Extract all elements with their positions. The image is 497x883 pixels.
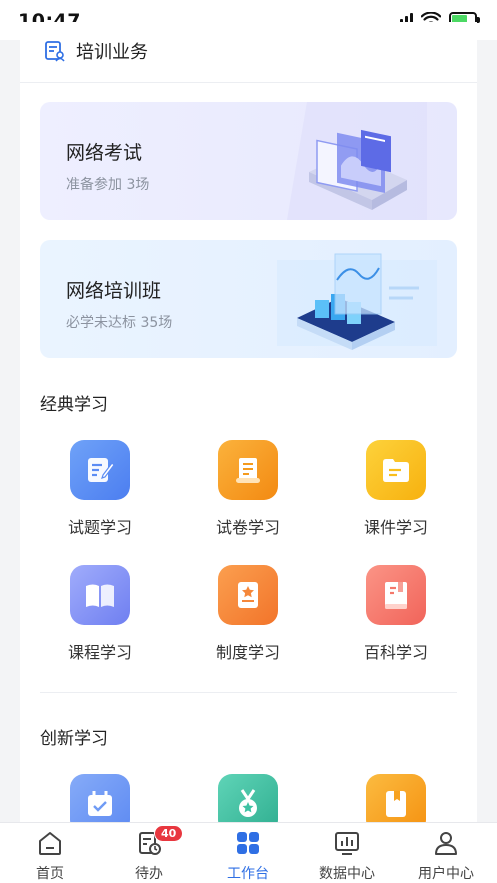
group-divider	[40, 692, 457, 693]
training-card: 培训业务 网络考试 准备参加 3场 网络培训班 必学未达标 35场 经典学习 试…	[20, 22, 477, 842]
workbench-grid-icon	[237, 832, 259, 854]
group-title-classic: 经典学习	[40, 395, 108, 415]
banner-online-exam[interactable]: 网络考试 准备参加 3场	[40, 102, 457, 220]
tab-todo[interactable]: 40 待办	[104, 825, 194, 883]
grid-item-question-study[interactable]: 试题学习	[40, 440, 160, 538]
encyclopedia-book-icon	[366, 565, 426, 625]
banner-title: 网络考试	[66, 142, 143, 164]
banner-title: 网络培训班	[66, 280, 162, 302]
tab-label: 数据中心	[319, 866, 375, 882]
tab-home[interactable]: 首页	[5, 829, 95, 883]
tab-data-center[interactable]: 数据中心	[302, 829, 392, 883]
edit-document-icon	[70, 440, 130, 500]
open-book-icon	[70, 565, 130, 625]
user-icon	[435, 832, 457, 855]
tab-label: 用户中心	[418, 866, 474, 882]
section-header: 培训业务	[44, 38, 148, 64]
banner-subtitle: 必学未达标 35场	[66, 315, 173, 331]
grid-item-label: 制度学习	[215, 643, 280, 662]
grid-item-label: 课程学习	[67, 643, 132, 662]
todo-count-badge: 40	[154, 825, 184, 842]
grid-item-label: 课件学习	[363, 518, 428, 537]
section-title: 培训业务	[76, 42, 148, 63]
paper-scroll-icon	[218, 440, 278, 500]
grid-item-label: 百科学习	[363, 643, 428, 662]
tab-label: 待办	[135, 866, 163, 882]
tab-workbench[interactable]: 工作台	[203, 829, 293, 883]
training-chart-illustration-icon	[277, 253, 437, 350]
grid-item-course-study[interactable]: 课程学习	[40, 565, 160, 663]
star-certificate-icon	[218, 565, 278, 625]
grid-item-policy-study[interactable]: 制度学习	[188, 565, 308, 663]
header-divider	[20, 82, 477, 83]
bottom-tab-bar: 首页 40 待办 工作台 数据中心 用户中心	[0, 822, 497, 883]
banner-online-training-class[interactable]: 网络培训班 必学未达标 35场	[40, 240, 457, 358]
banner-subtitle: 准备参加 3场	[66, 177, 150, 193]
exam-screens-illustration-icon	[287, 102, 427, 220]
courseware-folder-icon	[366, 440, 426, 500]
grid-item-courseware-study[interactable]: 课件学习	[336, 440, 456, 538]
grid-item-label: 试题学习	[67, 518, 132, 537]
grid-item-encyclopedia-study[interactable]: 百科学习	[336, 565, 456, 663]
tab-label: 工作台	[227, 866, 269, 882]
group-title-innovative: 创新学习	[40, 729, 108, 749]
tab-label: 首页	[36, 866, 64, 882]
grid-item-label: 试卷学习	[215, 518, 280, 537]
home-icon	[39, 832, 61, 855]
data-chart-icon	[335, 832, 359, 855]
training-doc-icon	[45, 41, 65, 62]
tab-user-center[interactable]: 用户中心	[401, 829, 491, 883]
grid-item-paper-study[interactable]: 试卷学习	[188, 440, 308, 538]
